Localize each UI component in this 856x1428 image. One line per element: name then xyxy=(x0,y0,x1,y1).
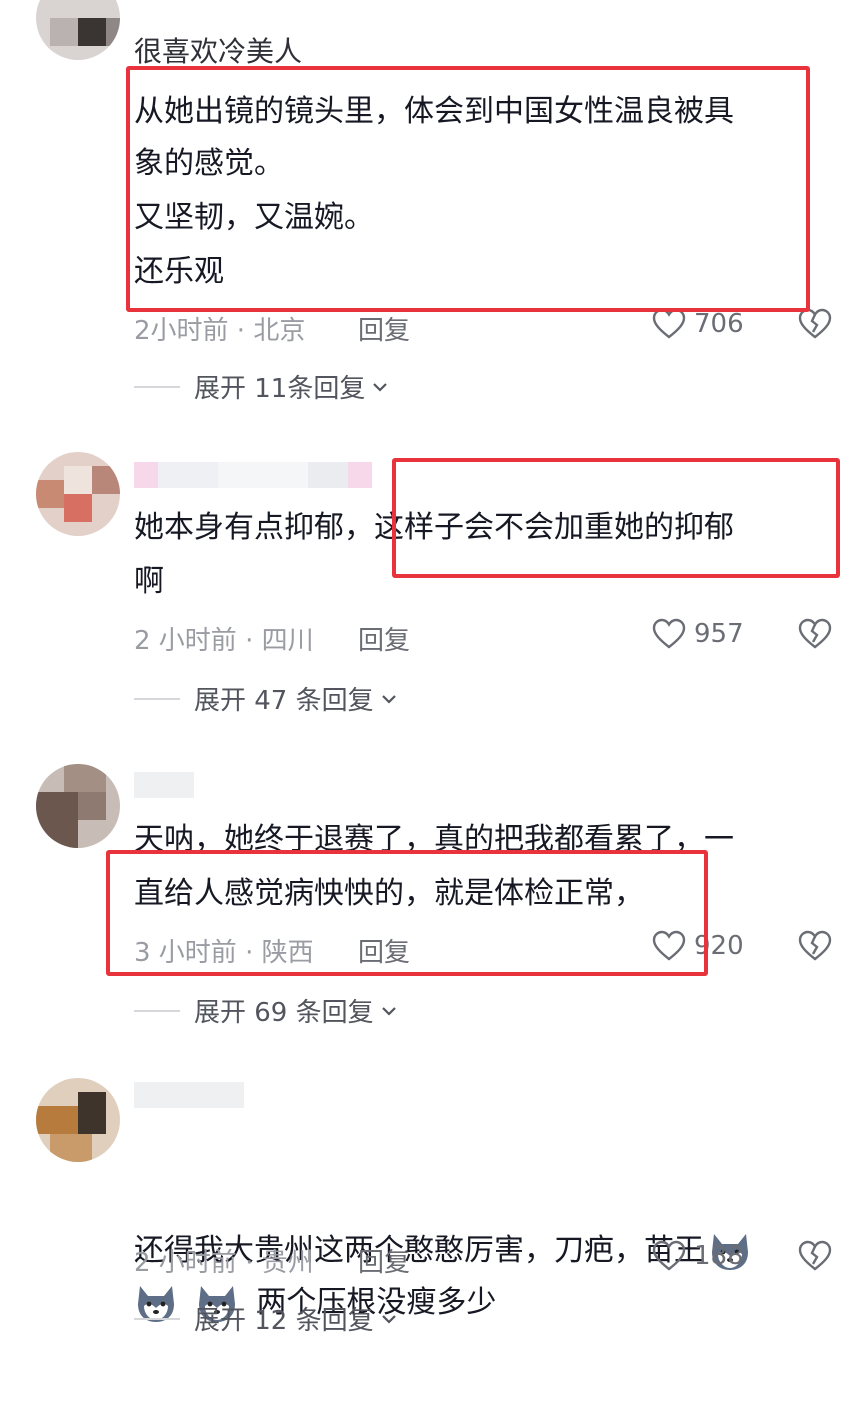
expand-replies-button[interactable]: 展开 11条回复 xyxy=(134,368,389,405)
avatar[interactable] xyxy=(36,0,120,60)
like-button[interactable]: 188 xyxy=(652,1240,744,1272)
highlight-box xyxy=(392,458,840,578)
chevron-down-icon xyxy=(371,381,389,393)
reply-button[interactable]: 回复 xyxy=(358,310,410,347)
heart-outline-icon xyxy=(652,1240,686,1272)
expand-label: 展开 12 条回复 xyxy=(194,1306,374,1336)
comment-line: 啊 xyxy=(134,564,164,599)
like-button[interactable]: 957 xyxy=(652,618,744,650)
highlight-box xyxy=(106,850,708,976)
broken-heart-icon xyxy=(798,1240,832,1272)
expand-replies-button[interactable]: 展开 12 条回复 xyxy=(134,1300,398,1337)
chevron-down-icon xyxy=(380,693,398,705)
comment-time-location: 2 小时前 · 四川 xyxy=(134,626,314,656)
chevron-down-icon xyxy=(380,1313,398,1325)
reply-button[interactable]: 回复 xyxy=(358,620,410,657)
chevron-down-icon xyxy=(380,1005,398,1017)
expand-label: 展开 69 条回复 xyxy=(194,998,374,1028)
expand-label: 展开 11条回复 xyxy=(194,374,366,404)
avatar[interactable] xyxy=(36,1078,120,1162)
like-button[interactable]: 706 xyxy=(652,308,744,340)
like-count: 706 xyxy=(694,309,744,339)
dislike-button[interactable] xyxy=(798,308,832,340)
expand-label: 展开 47 条回复 xyxy=(194,686,374,716)
highlight-box xyxy=(126,66,810,312)
dislike-button[interactable] xyxy=(798,618,832,650)
username-blurred[interactable] xyxy=(134,1082,244,1108)
broken-heart-icon xyxy=(798,930,832,962)
avatar[interactable] xyxy=(36,764,120,848)
username-blurred[interactable] xyxy=(134,772,194,798)
divider xyxy=(134,385,180,388)
like-count: 957 xyxy=(694,619,744,649)
like-count: 188 xyxy=(694,1241,744,1271)
dislike-button[interactable] xyxy=(798,1240,832,1272)
divider xyxy=(134,1009,180,1012)
divider xyxy=(134,1317,180,1320)
expand-replies-button[interactable]: 展开 47 条回复 xyxy=(134,680,398,717)
expand-replies-button[interactable]: 展开 69 条回复 xyxy=(134,992,398,1029)
comment-time-location: 2 小时前 · 贵州 xyxy=(134,1248,314,1278)
dislike-button[interactable] xyxy=(798,930,832,962)
heart-outline-icon xyxy=(652,308,686,340)
divider xyxy=(134,697,180,700)
username-blurred[interactable] xyxy=(134,462,372,488)
broken-heart-icon xyxy=(798,618,832,650)
reply-button[interactable]: 回复 xyxy=(358,1242,410,1279)
heart-outline-icon xyxy=(652,618,686,650)
comment-time-location: 2小时前 · 北京 xyxy=(134,316,306,346)
username[interactable]: 很喜欢冷美人 xyxy=(134,30,302,70)
broken-heart-icon xyxy=(798,308,832,340)
avatar[interactable] xyxy=(36,452,120,536)
